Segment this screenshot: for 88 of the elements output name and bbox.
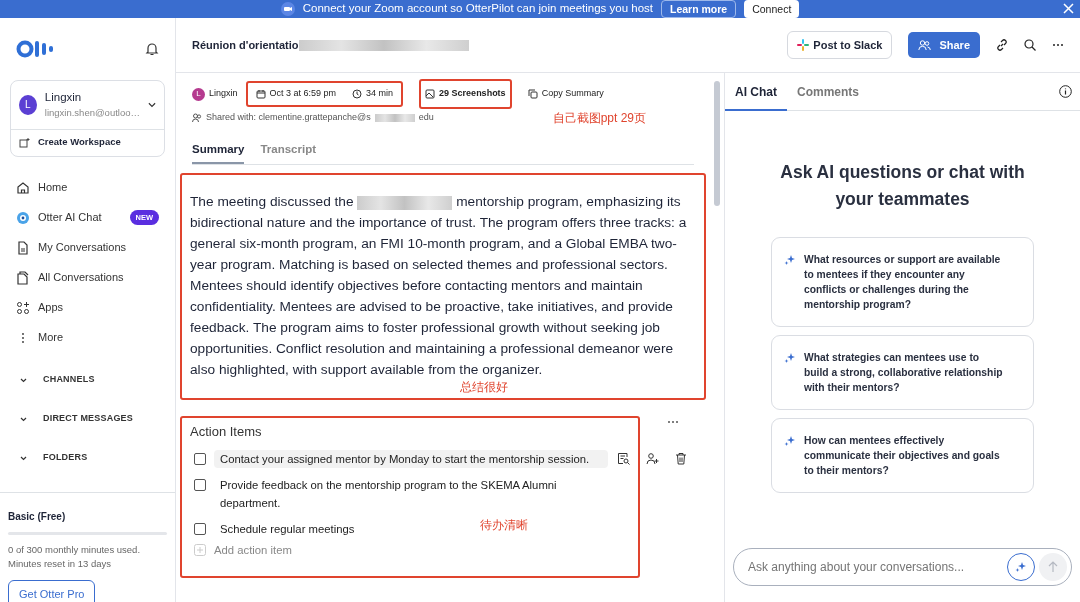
conversation-title: Réunion d'orientatio (192, 37, 299, 53)
chat-tab[interactable]: Comments (787, 72, 869, 111)
plan-name: Basic (Free) (8, 510, 67, 524)
learn-more-button[interactable]: Learn more (661, 0, 737, 18)
sparkle-icon (784, 435, 796, 447)
clock-icon (352, 89, 363, 99)
document-icon (16, 240, 30, 255)
search-icon[interactable] (1024, 39, 1036, 51)
section-toggle[interactable]: FOLDERS (0, 438, 175, 478)
checkbox[interactable] (194, 478, 206, 491)
chat-tab[interactable]: AI Chat (725, 72, 787, 111)
action-item-text: Schedule regular meetings (219, 521, 356, 537)
owner-name: Lingxin (209, 87, 238, 101)
screenshots-link[interactable]: 29 Screenshots (425, 87, 506, 101)
plus-icon (194, 544, 206, 557)
copy-icon (527, 89, 538, 99)
link-icon[interactable] (996, 39, 1008, 51)
usage-text: 0 of 300 monthly minutes used. (8, 543, 142, 557)
documents-icon (16, 270, 30, 285)
nav-item[interactable]: Home (0, 172, 175, 203)
slack-logo-icon (797, 39, 810, 51)
checkbox[interactable] (194, 522, 206, 535)
nav-item[interactable]: More (0, 322, 175, 353)
calendar-icon (255, 89, 266, 99)
notification-bell-icon[interactable] (145, 42, 159, 56)
annotation-note: 自己截图ppt 29页 (552, 110, 646, 127)
checkbox[interactable] (194, 452, 206, 465)
add-action-item-button[interactable]: Add action item (194, 541, 292, 559)
assign-person-icon[interactable] (646, 451, 659, 465)
account-switcher[interactable]: L Lingxin lingxin.shen@outloo… (11, 81, 164, 130)
copy-summary-button[interactable]: Copy Summary (527, 87, 604, 101)
nav-item[interactable]: All Conversations (0, 262, 175, 293)
reset-text: Minutes reset in 13 days (8, 557, 112, 572)
sparkle-icon (784, 254, 796, 266)
date-label: Oct 3 at 6:59 pm (255, 87, 337, 101)
redacted-text (374, 114, 415, 122)
people-icon (918, 39, 932, 51)
suggested-question[interactable]: What resources or support are available to mentees if they encounter any conflicts or challenges during the mentorship program? (771, 237, 1034, 327)
duration-label: 34 min (352, 87, 394, 101)
sparkle-icon (1015, 561, 1027, 573)
shared-with-text: Shared with: clementine.grattepanche@s edu (192, 111, 434, 125)
nav-item[interactable]: Apps (0, 292, 175, 323)
summary-tab[interactable]: Transcript (260, 137, 317, 165)
action-item-text: Contact your assigned mentor by Monday to start the mentorship session. (214, 449, 608, 468)
share-button[interactable]: Share (908, 31, 980, 59)
sparkle-icon (784, 352, 796, 364)
more-icon[interactable] (667, 420, 679, 425)
connect-button[interactable]: Connect (744, 0, 800, 18)
get-pro-button[interactable]: Get Otter Pro (8, 579, 96, 602)
image-icon (425, 89, 436, 99)
people-icon (192, 113, 202, 123)
home-icon (16, 180, 30, 195)
section-toggle[interactable]: DIRECT MESSAGES (0, 399, 175, 439)
section-heading: Action Items (190, 423, 263, 442)
chevron-down-icon (148, 101, 156, 108)
action-item-text: Provide feedback on the mentorship program to the SKEMA Alumni department. (219, 477, 558, 511)
transcript-search-icon[interactable] (617, 451, 630, 465)
annotation-note: 总结很好 (460, 380, 508, 395)
summary-text: The meeting discussed the mentorship program, emphasizing its bidirectional nature and the importance of trust. The program offers three tracks: a general six-month program, an FMI 10-month program, and a Global EMBA two-year program. Matching is based on selected themes and professional sectors. Mentees should identify objectives before contacting mentors and maintain confidentiality. Mentees are advised to be proactive, take initiatives, and provide feedback. The program aims to foster professional growth without seeking job opportunities. Conflict resolution and maintaining a professional demeanor were also highlighted, with support available from the organizer. (190, 193, 688, 380)
chat-heading: Ask AI questions or chat with your teammates (779, 161, 1026, 211)
post-to-slack-button[interactable]: Post to Slack (787, 30, 893, 60)
ai-sparkle-button[interactable] (1007, 553, 1035, 581)
owner-avatar: L (192, 87, 205, 101)
chevron-icon (20, 416, 27, 422)
close-icon[interactable] (1063, 3, 1074, 14)
section-toggle[interactable]: CHANNELS (0, 360, 175, 400)
apps-icon (16, 300, 30, 315)
annotation-note: 待办清晰 (480, 516, 528, 534)
arrow-up-icon (1048, 561, 1058, 573)
create-workspace-item[interactable]: Create Workspace (11, 129, 164, 156)
summary-tab[interactable]: Summary (192, 137, 245, 165)
suggested-question[interactable]: What strategies can mentees use to build a strong, collaborative relationship with their mentors? (771, 335, 1034, 410)
user-avatar: L (19, 94, 37, 115)
banner-message: Connect your Zoom account so OtterPilot can join meetings you host (302, 1, 653, 17)
scrollbar[interactable] (714, 81, 720, 206)
nav-item[interactable]: My Conversations (0, 232, 175, 263)
chat-bot-icon (16, 210, 30, 225)
user-email: lingxin.shen@outloo… (44, 106, 140, 121)
more-icon[interactable] (1052, 43, 1064, 47)
chevron-icon (20, 455, 27, 461)
workspace-icon (19, 137, 30, 148)
user-name: Lingxin (44, 90, 83, 105)
chat-input[interactable]: Ask anything about your conversations... (746, 557, 1007, 577)
info-icon[interactable] (1059, 85, 1072, 98)
zoom-logo-icon (280, 2, 295, 16)
chevron-icon (20, 377, 27, 383)
trash-icon[interactable] (675, 451, 687, 465)
suggested-question[interactable]: How can mentees effectively communicate their objectives and goals to their mentors? (771, 418, 1034, 493)
